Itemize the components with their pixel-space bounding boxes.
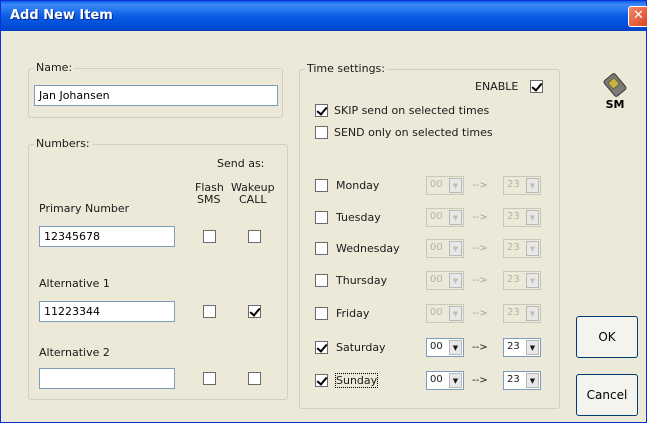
chevron-down-icon: ▼ xyxy=(449,273,462,288)
chevron-down-icon: ▼ xyxy=(526,373,539,388)
monday-label: Monday xyxy=(336,179,380,192)
monday-checkbox[interactable] xyxy=(315,179,328,192)
primary-flash-sms-checkbox[interactable] xyxy=(203,230,216,243)
sunday-arrow: --> xyxy=(472,375,488,386)
name-field[interactable]: Jan Johansen xyxy=(34,85,278,106)
tuesday-from-select[interactable]: 00 ▼ xyxy=(426,208,464,227)
chevron-down-icon: ▼ xyxy=(526,241,539,256)
saturday-to-select[interactable]: 23 ▼ xyxy=(503,338,541,357)
wednesday-label: Wednesday xyxy=(336,242,400,255)
primary-number-field[interactable]: 12345678 xyxy=(39,226,175,247)
monday-to-select[interactable]: 23 ▼ xyxy=(503,176,541,195)
ok-button[interactable]: OK xyxy=(576,316,638,358)
wednesday-from-select[interactable]: 00 ▼ xyxy=(426,239,464,258)
alternative-1-wakeup-call-checkbox[interactable] xyxy=(248,305,261,318)
chevron-down-icon: ▼ xyxy=(449,306,462,321)
chevron-down-icon: ▼ xyxy=(449,373,462,388)
skip-send-label[interactable]: SKIP send on selected times xyxy=(334,104,489,117)
title-bar[interactable]: Add New Item xyxy=(1,1,646,31)
chevron-down-icon: ▼ xyxy=(526,306,539,321)
thursday-from-select[interactable]: 00 ▼ xyxy=(426,271,464,290)
thursday-checkbox[interactable] xyxy=(315,274,328,287)
wednesday-checkbox[interactable] xyxy=(315,242,328,255)
skip-send-checkbox[interactable] xyxy=(315,104,328,117)
chevron-down-icon: ▼ xyxy=(449,210,462,225)
add-new-item-dialog: Add New Item ✕ Name: Jan Johansen Number… xyxy=(0,0,647,423)
saturday-arrow: --> xyxy=(472,342,488,353)
dialog-title: Add New Item xyxy=(10,8,113,23)
sunday-to-select[interactable]: 23 ▼ xyxy=(503,371,541,390)
sunday-from-select[interactable]: 00 ▼ xyxy=(426,371,464,390)
sunday-label: Sunday xyxy=(334,373,379,388)
friday-to-select[interactable]: 23 ▼ xyxy=(503,304,541,323)
monday-from-select[interactable]: 00 ▼ xyxy=(426,176,464,195)
chevron-down-icon: ▼ xyxy=(526,340,539,355)
chevron-down-icon: ▼ xyxy=(449,340,462,355)
wednesday-arrow: --> xyxy=(472,243,488,254)
send-only-label[interactable]: SEND only on selected times xyxy=(334,126,493,139)
chevron-down-icon: ▼ xyxy=(526,178,539,193)
friday-checkbox[interactable] xyxy=(315,307,328,320)
alternative-2-field[interactable] xyxy=(39,368,175,389)
close-icon: ✕ xyxy=(633,8,644,23)
friday-arrow: --> xyxy=(472,308,488,319)
thursday-label: Thursday xyxy=(336,274,388,287)
tuesday-checkbox[interactable] xyxy=(315,211,328,224)
wakeup-call-header-line2: CALL xyxy=(239,193,267,206)
alternative-1-label: Alternative 1 xyxy=(39,277,110,290)
send-as-label: Send as: xyxy=(217,157,265,170)
tuesday-arrow: --> xyxy=(472,212,488,223)
friday-from-select[interactable]: 00 ▼ xyxy=(426,304,464,323)
chevron-down-icon: ▼ xyxy=(449,241,462,256)
logo-text: SM xyxy=(606,98,625,111)
primary-number-label: Primary Number xyxy=(39,202,130,215)
alternative-2-wakeup-call-checkbox[interactable] xyxy=(248,372,261,385)
alternative-2-label: Alternative 2 xyxy=(39,346,110,359)
sunday-checkbox[interactable] xyxy=(315,374,328,387)
tuesday-label: Tuesday xyxy=(336,211,381,224)
tuesday-to-select[interactable]: 23 ▼ xyxy=(503,208,541,227)
time-settings-group-label: Time settings: xyxy=(305,62,387,75)
chevron-down-icon: ▼ xyxy=(526,210,539,225)
saturday-from-select[interactable]: 00 ▼ xyxy=(426,338,464,357)
primary-wakeup-call-checkbox[interactable] xyxy=(248,230,261,243)
alternative-1-field[interactable]: 11223344 xyxy=(39,301,175,322)
saturday-checkbox[interactable] xyxy=(315,341,328,354)
close-button[interactable]: ✕ xyxy=(628,6,647,27)
sim-card-icon: SM xyxy=(595,71,635,111)
alternative-2-flash-sms-checkbox[interactable] xyxy=(203,372,216,385)
cancel-button[interactable]: Cancel xyxy=(576,374,638,416)
chevron-down-icon: ▼ xyxy=(449,178,462,193)
enable-checkbox[interactable] xyxy=(530,80,543,93)
thursday-arrow: --> xyxy=(472,275,488,286)
enable-label: ENABLE xyxy=(475,80,519,93)
wednesday-to-select[interactable]: 23 ▼ xyxy=(503,239,541,258)
numbers-group-label: Numbers: xyxy=(34,137,92,150)
friday-label: Friday xyxy=(336,307,370,320)
monday-arrow: --> xyxy=(472,180,488,191)
saturday-label: Saturday xyxy=(336,341,386,354)
name-group-label: Name: xyxy=(34,61,75,74)
send-only-checkbox[interactable] xyxy=(315,126,328,139)
flash-sms-header-line2: SMS xyxy=(197,193,221,206)
alternative-1-flash-sms-checkbox[interactable] xyxy=(203,305,216,318)
thursday-to-select[interactable]: 23 ▼ xyxy=(503,271,541,290)
chevron-down-icon: ▼ xyxy=(526,273,539,288)
